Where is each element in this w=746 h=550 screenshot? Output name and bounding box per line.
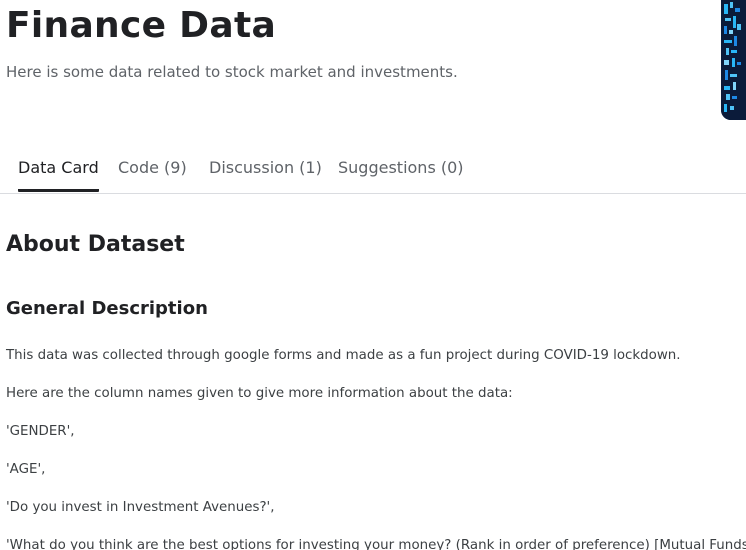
dataset-subtitle: Here is some data related to stock marke…	[6, 63, 458, 81]
column-name-item: 'Do you invest in Investment Avenues?',	[6, 500, 275, 515]
tab-discussion[interactable]: Discussion (1)	[209, 146, 322, 191]
tab-data-card[interactable]: Data Card	[18, 146, 99, 192]
dataset-page: Finance Data Here is some data related t…	[0, 0, 746, 550]
column-name-item: 'What do you think are the best options …	[6, 538, 746, 550]
dataset-cover-image	[721, 0, 746, 120]
general-description-heading: General Description	[6, 298, 208, 319]
description-paragraph: Here are the column names given to give …	[6, 386, 513, 401]
dataset-tabs: Data Card Code (9) Discussion (1) Sugges…	[0, 146, 746, 194]
column-name-item: 'GENDER',	[6, 424, 75, 439]
tab-suggestions[interactable]: Suggestions (0)	[338, 146, 464, 191]
about-dataset-heading: About Dataset	[6, 232, 185, 257]
tab-code[interactable]: Code (9)	[118, 146, 187, 191]
dataset-title: Finance Data	[6, 5, 277, 46]
column-name-item: 'AGE',	[6, 462, 46, 477]
description-paragraph: This data was collected through google f…	[6, 348, 681, 363]
